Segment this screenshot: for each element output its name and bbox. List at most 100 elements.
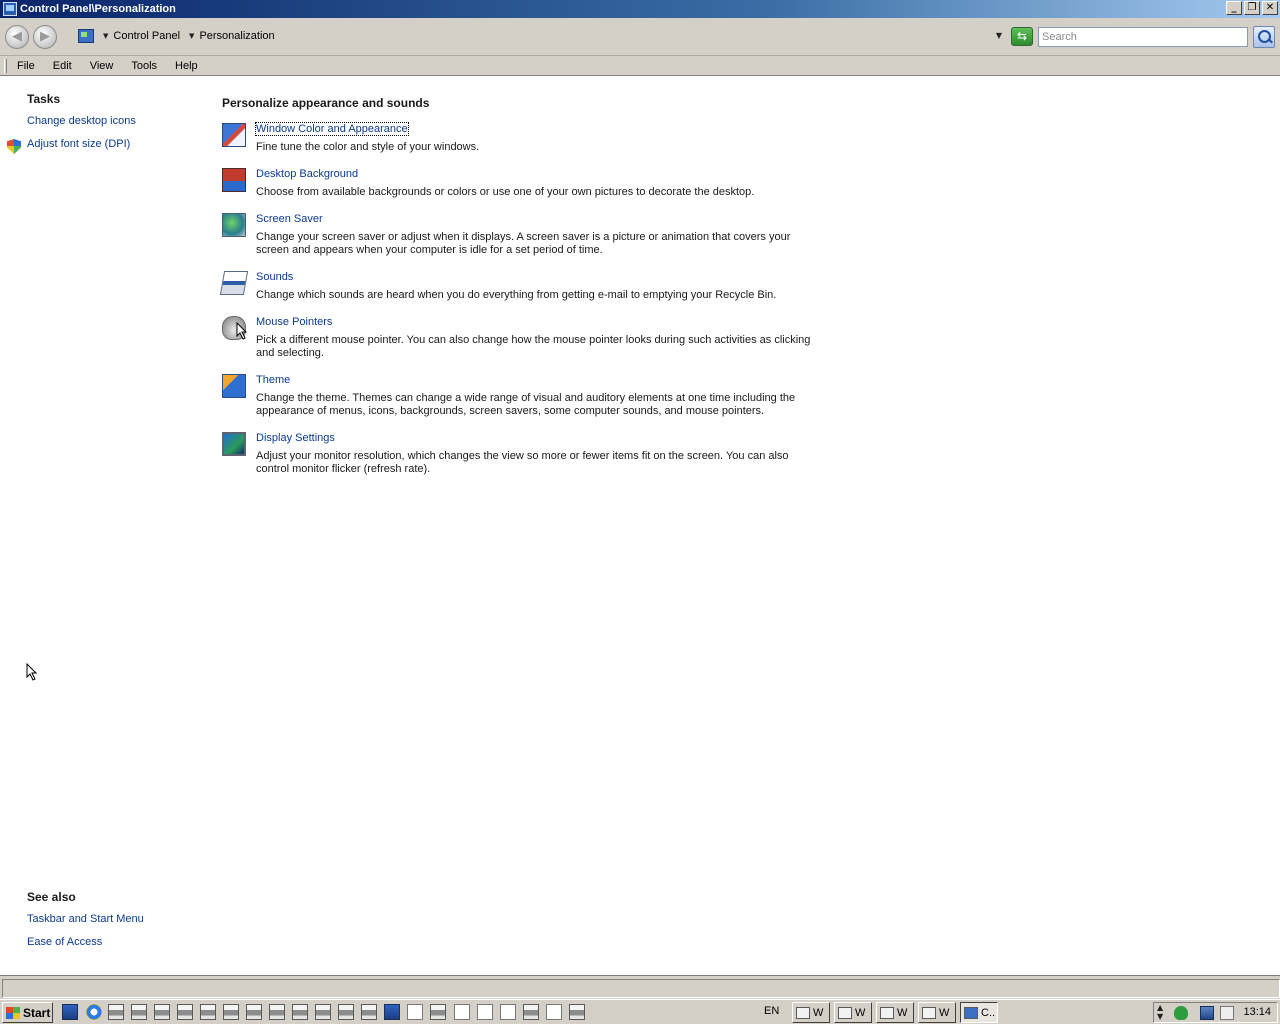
start-label: Start: [23, 1005, 51, 1020]
crumb-chevron-icon[interactable]: ▼: [189, 32, 194, 40]
back-arrow-icon: ◀: [12, 29, 22, 44]
taskbar-button[interactable]: W: [792, 1002, 830, 1023]
back-button[interactable]: ◀: [5, 25, 29, 49]
menu-tools[interactable]: Tools: [130, 59, 158, 73]
document-icon[interactable]: [546, 1004, 562, 1020]
screen-saver-link[interactable]: Screen Saver: [256, 213, 323, 225]
printer-icon[interactable]: [246, 1004, 262, 1020]
taskbar-start-menu-link[interactable]: Taskbar and Start Menu: [27, 913, 144, 925]
printer-icon[interactable]: [223, 1004, 239, 1020]
refresh-button[interactable]: ⇆: [1011, 27, 1033, 46]
sounds-link[interactable]: Sounds: [256, 271, 293, 283]
printer-icon[interactable]: [338, 1004, 354, 1020]
toolbar-grip[interactable]: [4, 59, 7, 73]
screen-saver-icon[interactable]: [222, 213, 246, 237]
forward-button[interactable]: ▶: [33, 25, 57, 49]
printer-icon[interactable]: [200, 1004, 216, 1020]
menu-view[interactable]: View: [89, 59, 115, 73]
document-icon[interactable]: [477, 1004, 493, 1020]
taskbar-button[interactable]: W: [834, 1002, 872, 1023]
mouse-pointers-link[interactable]: Mouse Pointers: [256, 316, 332, 328]
adjust-font-size-link[interactable]: Adjust font size (DPI): [27, 138, 130, 150]
control-panel-icon: [964, 1006, 978, 1019]
display-settings-link[interactable]: Display Settings: [256, 432, 335, 444]
ease-of-access-link[interactable]: Ease of Access: [27, 936, 102, 948]
printer-icon[interactable]: [154, 1004, 170, 1020]
minimize-button[interactable]: _: [1226, 1, 1242, 15]
security-icon[interactable]: [1174, 1006, 1188, 1020]
display-settings-icon[interactable]: [222, 432, 246, 456]
close-button[interactable]: ✕: [1262, 1, 1278, 15]
network-icon[interactable]: [384, 1004, 400, 1020]
item-description: Change which sounds are heard when you d…: [256, 289, 777, 301]
refresh-icon: ⇆: [1016, 29, 1028, 43]
printer-icon[interactable]: [315, 1004, 331, 1020]
printer-icon[interactable]: [269, 1004, 285, 1020]
address-field[interactable]: ▼ Control Panel ▼ Personalization ▼: [75, 25, 1006, 47]
printer-icon[interactable]: [361, 1004, 377, 1020]
sounds-icon[interactable]: [219, 271, 249, 295]
search-button[interactable]: [1253, 26, 1275, 48]
volume-icon[interactable]: [1220, 1006, 1234, 1020]
printer-icon[interactable]: [430, 1004, 446, 1020]
document-icon[interactable]: [407, 1004, 423, 1020]
change-desktop-icons-link[interactable]: Change desktop icons: [27, 115, 136, 127]
menu-bar: File Edit View Tools Help: [0, 56, 1280, 76]
menu-edit[interactable]: Edit: [52, 59, 73, 73]
window-icon: [880, 1006, 894, 1019]
theme-link[interactable]: Theme: [256, 374, 290, 386]
breadcrumb-control-panel[interactable]: Control Panel: [113, 30, 180, 42]
task-pane: Tasks Change desktop icons Adjust font s…: [0, 77, 200, 975]
address-dropdown-icon[interactable]: ▼: [996, 31, 1002, 40]
caption-buttons: _ ❐ ✕: [1226, 1, 1278, 15]
document-icon[interactable]: [500, 1004, 516, 1020]
mouse-cursor-icon: [236, 322, 248, 340]
printer-icon[interactable]: [177, 1004, 193, 1020]
internet-explorer-icon[interactable]: [86, 1004, 102, 1020]
window-color-link[interactable]: Window Color and Appearance: [255, 122, 409, 136]
item-description: Change the theme. Themes can change a wi…: [256, 392, 796, 417]
taskbar-button[interactable]: W: [876, 1002, 914, 1023]
content-area: Tasks Change desktop icons Adjust font s…: [0, 77, 1280, 975]
restore-button[interactable]: ❐: [1244, 1, 1260, 15]
network-tray-icon[interactable]: [1200, 1006, 1214, 1020]
item-description: Change your screen saver or adjust when …: [256, 231, 791, 256]
printer-icon[interactable]: [569, 1004, 585, 1020]
window-color-icon[interactable]: [222, 123, 246, 147]
window-icon: [838, 1006, 852, 1019]
taskbar-button-label: W: [813, 1006, 824, 1019]
fax-icon[interactable]: [523, 1004, 539, 1020]
language-indicator[interactable]: EN: [764, 1005, 779, 1017]
printer-icon[interactable]: [292, 1004, 308, 1020]
document-icon[interactable]: [454, 1004, 470, 1020]
menu-file[interactable]: File: [16, 59, 36, 73]
taskbar-button-label: W: [939, 1006, 950, 1019]
start-button[interactable]: Start: [2, 1002, 53, 1023]
tasks-heading: Tasks: [27, 92, 61, 106]
breadcrumb-personalization[interactable]: Personalization: [199, 30, 274, 42]
control-panel-icon: [3, 2, 17, 16]
tray-scroll-icon[interactable]: ▲ ▼: [1157, 1003, 1163, 1021]
theme-icon[interactable]: [222, 374, 246, 398]
windows-logo-icon: [6, 1006, 20, 1019]
control-panel-small-icon: [78, 29, 94, 43]
crumb-chevron-icon[interactable]: ▼: [103, 32, 108, 40]
status-bar: [0, 975, 1280, 999]
item-description: Pick a different mouse pointer. You can …: [256, 334, 811, 359]
show-desktop-icon[interactable]: [62, 1004, 78, 1020]
desktop-background-icon[interactable]: [222, 168, 246, 192]
printer-icon[interactable]: [108, 1004, 124, 1020]
taskbar-button-label: W: [855, 1006, 866, 1019]
menu-help[interactable]: Help: [174, 59, 199, 73]
taskbar-button-control-panel[interactable]: C..: [960, 1002, 998, 1023]
uac-shield-icon: [7, 139, 21, 154]
system-tray: ▲ ▼ 13:14: [1153, 1002, 1278, 1023]
printer-icon[interactable]: [131, 1004, 147, 1020]
clock[interactable]: 13:14: [1243, 1006, 1271, 1018]
search-input[interactable]: Search: [1038, 27, 1248, 47]
taskbar-button[interactable]: W: [918, 1002, 956, 1023]
window-title: Control Panel\Personalization: [20, 3, 176, 15]
taskbar-button-label: C..: [981, 1006, 996, 1019]
title-bar: Control Panel\Personalization _ ❐ ✕: [0, 0, 1280, 18]
desktop-background-link[interactable]: Desktop Background: [256, 168, 358, 180]
